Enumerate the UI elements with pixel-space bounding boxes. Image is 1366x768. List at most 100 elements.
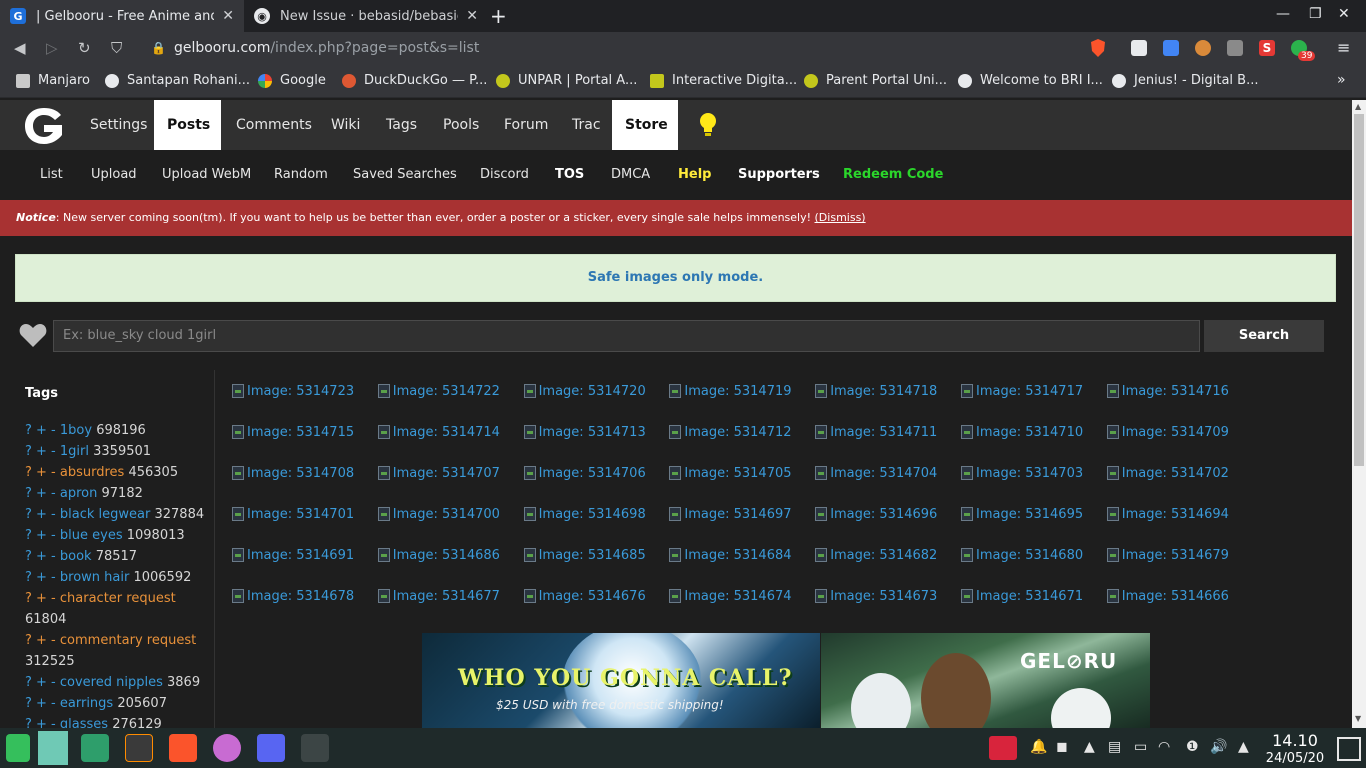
discord-icon[interactable] (257, 734, 285, 762)
thumbnail-link[interactable]: Image: 5314718 (815, 382, 955, 400)
thumbnail-link[interactable]: Image: 5314703 (961, 464, 1101, 482)
thumbnail-link[interactable]: Image: 5314695 (961, 505, 1101, 523)
thumbnail-link[interactable]: Image: 5314686 (377, 546, 518, 564)
thumbnail-link[interactable]: Image: 5314715 (232, 423, 372, 441)
promo-banner-sticker[interactable]: GEL⊘RU (821, 633, 1150, 728)
tag-link[interactable]: blue eyes (60, 528, 123, 543)
page-scrollbar[interactable]: ▲ ▼ (1352, 100, 1366, 728)
nav-settings[interactable]: Settings (77, 100, 160, 150)
thumbnail-link[interactable]: Image: 5314691 (232, 546, 372, 564)
dismiss-link[interactable]: (Dismiss) (815, 211, 866, 224)
discord-tray-icon[interactable]: ◼ (1056, 739, 1068, 755)
tag-link[interactable]: apron (60, 486, 97, 501)
close-tab-icon[interactable]: ✕ (466, 8, 478, 24)
thumbnail-link[interactable]: Image: 5314714 (377, 423, 518, 441)
tag-link[interactable]: glasses (60, 717, 108, 728)
thumbnail-link[interactable]: Image: 5314679 (1106, 546, 1247, 564)
tray-app-icon[interactable] (989, 736, 1017, 760)
search-button[interactable]: Search (1204, 320, 1324, 352)
file-manager-icon[interactable] (81, 734, 109, 762)
brave-shield-icon[interactable] (1089, 38, 1107, 58)
vlc-icon[interactable] (125, 734, 153, 762)
subnav-redeem-code[interactable]: Redeem Code (843, 150, 943, 200)
tag-actions[interactable]: ? + - (25, 591, 60, 606)
tag-link[interactable]: 1girl (60, 444, 89, 459)
tag-actions[interactable]: ? + - (25, 696, 60, 711)
battery-icon[interactable]: ▭ (1134, 739, 1147, 755)
tag-actions[interactable]: ? + - (25, 633, 60, 648)
clipboard-icon[interactable]: ▤ (1108, 739, 1121, 755)
bookmark-item[interactable]: Welcome to BRI I... (958, 73, 1103, 88)
minimize-icon[interactable]: — (1276, 6, 1290, 22)
nav-trac[interactable]: Trac (559, 100, 614, 150)
tab-github[interactable]: ◉ New Issue · bebasid/bebasid ✕ (244, 0, 488, 32)
address-bar[interactable]: 🔒 gelbooru.com/index.php?page=post&s=lis… (143, 34, 1083, 62)
tag-actions[interactable]: ? + - (25, 675, 60, 690)
brave-browser-icon[interactable] (169, 734, 197, 762)
menu-icon[interactable]: ≡ (1337, 38, 1350, 57)
thumbnail-link[interactable]: Image: 5314704 (815, 464, 955, 482)
tag-actions[interactable]: ? + - (25, 444, 60, 459)
s-ext-icon[interactable]: S (1259, 40, 1275, 56)
thumbnail-link[interactable]: Image: 5314723 (232, 382, 372, 400)
reload-icon[interactable]: ↻ (78, 39, 91, 57)
thumbnail-link[interactable]: Image: 5314671 (961, 587, 1101, 605)
thumbnail-link[interactable]: Image: 5314711 (815, 423, 955, 441)
bookmark-item[interactable]: Google (258, 73, 326, 88)
scroll-down-icon[interactable]: ▼ (1355, 714, 1361, 723)
bookmark-item[interactable]: Parent Portal Uni... (804, 73, 947, 88)
bookmark-icon[interactable]: ⛉ (111, 39, 122, 57)
tag-actions[interactable]: ? + - (25, 507, 60, 522)
thumbnail-link[interactable]: Image: 5314717 (961, 382, 1101, 400)
tag-link[interactable]: covered nipples (60, 675, 163, 690)
thumbnail-link[interactable]: Image: 5314702 (1106, 464, 1247, 482)
thumbnail-link[interactable]: Image: 5314697 (669, 505, 809, 523)
subnav-list[interactable]: List (40, 150, 63, 200)
thumbnail-link[interactable]: Image: 5314694 (1106, 505, 1247, 523)
keyboard-ext-icon[interactable] (1227, 40, 1243, 56)
close-window-icon[interactable]: ✕ (1338, 6, 1350, 22)
tag-link[interactable]: brown hair (60, 570, 129, 585)
updates-icon[interactable]: ❶ (1186, 739, 1199, 755)
owl-ext-icon[interactable] (1195, 40, 1211, 56)
thumbnail-link[interactable]: Image: 5314707 (377, 464, 518, 482)
nav-pools[interactable]: Pools (430, 100, 492, 150)
thumbnail-link[interactable]: Image: 5314666 (1106, 587, 1247, 605)
bookmark-item[interactable]: UNPAR | Portal A... (496, 73, 637, 88)
thumbnail-link[interactable]: Image: 5314705 (669, 464, 809, 482)
tag-actions[interactable]: ? + - (25, 486, 60, 501)
thumbnail-link[interactable]: Image: 5314712 (669, 423, 809, 441)
bookmark-item[interactable]: Jenius! - Digital B... (1112, 73, 1258, 88)
volume-icon[interactable]: 🔊 (1210, 739, 1227, 755)
bookmark-item[interactable]: Manjaro (16, 73, 90, 88)
search-input[interactable]: Ex: blue_sky cloud 1girl (53, 320, 1200, 352)
thumbnail-link[interactable]: Image: 5314674 (669, 587, 809, 605)
tab-gelbooru[interactable]: G | Gelbooru - Free Anime and H ✕ (0, 0, 244, 32)
clock-time[interactable]: 14.10 (1262, 731, 1328, 750)
thumbnail-link[interactable]: Image: 5314673 (815, 587, 955, 605)
app-icon[interactable] (213, 734, 241, 762)
subnav-upload-webm[interactable]: Upload WebM (162, 150, 251, 200)
thumbnail-link[interactable]: Image: 5314706 (523, 464, 664, 482)
nav-store[interactable]: Store (612, 100, 678, 150)
tag-link[interactable]: 1boy (60, 423, 92, 438)
thumbnail-link[interactable]: Image: 5314678 (232, 587, 372, 605)
subnav-help[interactable]: Help (678, 150, 711, 200)
scroll-up-icon[interactable]: ▲ (1355, 102, 1361, 111)
scrollbar-thumb[interactable] (1354, 114, 1364, 466)
thumbnail-link[interactable]: Image: 5314722 (377, 382, 518, 400)
nav-tags[interactable]: Tags (373, 100, 430, 150)
tag-link[interactable]: book (60, 549, 92, 564)
lightbulb-icon[interactable] (699, 112, 717, 138)
show-desktop-icon[interactable] (1337, 737, 1361, 761)
thumbnail-link[interactable]: Image: 5314698 (523, 505, 664, 523)
subnav-random[interactable]: Random (274, 150, 328, 200)
tag-actions[interactable]: ? + - (25, 717, 60, 728)
bookmark-item[interactable]: Santapan Rohani... (105, 73, 250, 88)
vlc-tray-icon[interactable]: ▲ (1084, 739, 1095, 755)
nav-wiki[interactable]: Wiki (318, 100, 373, 150)
subnav-discord[interactable]: Discord (480, 150, 529, 200)
thumbnail-link[interactable]: Image: 5314676 (523, 587, 664, 605)
thumbnail-link[interactable]: Image: 5314709 (1106, 423, 1247, 441)
new-tab-icon[interactable]: + (490, 4, 507, 28)
